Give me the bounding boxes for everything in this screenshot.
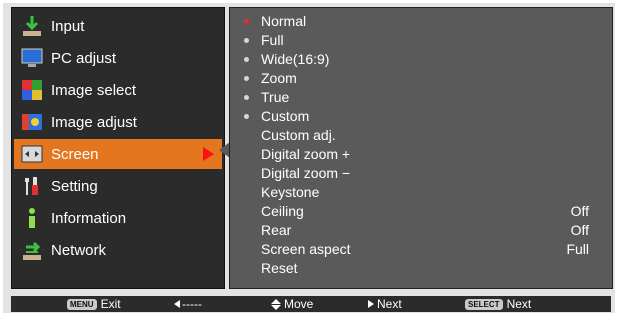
screen-option-true[interactable]: True [230,88,612,107]
option-label: Ceiling [261,203,304,219]
menu-item-image-adjust[interactable]: Image adjust [14,107,222,137]
screen-option-digital-zoom-minus[interactable]: Digital zoom − [230,164,612,183]
screen-option-full[interactable]: Full [230,31,612,50]
screen-icon [21,143,43,165]
screen-option-keystone[interactable]: Keystone [230,183,612,202]
option-label: Normal [261,13,307,29]
pc-adjust-icon [21,47,43,69]
guide-back: ----- [174,296,202,312]
radio-icon [244,76,249,81]
select-key-icon: SELECT [465,298,503,310]
screen-option-custom[interactable]: Custom [230,107,612,126]
guide-bar: MENU Exit ----- Move Next SELECT Next [11,296,611,312]
selection-arrow-icon [203,147,214,161]
menu-item-label: PC adjust [51,49,117,67]
screen-option-ceiling[interactable]: Ceiling Off [230,202,612,221]
projector-osd: Input PC adjust Image select Image adjus… [3,3,615,313]
menu-item-label: Input [51,17,85,35]
guide-select-next: SELECT Next [465,296,531,312]
setting-icon [21,175,43,197]
option-value: Off [570,203,589,219]
radio-icon [244,38,249,43]
menu-item-pc-adjust[interactable]: PC adjust [14,43,222,73]
option-label: Full [261,32,284,48]
option-label: Digital zoom + [261,146,351,162]
menu-item-label: Image select [51,81,137,99]
guide-next-label: Next [377,297,402,311]
option-label: Rear [261,222,292,238]
screen-option-rear[interactable]: Rear Off [230,221,612,240]
guide-back-label: ----- [182,297,202,311]
menu-item-information[interactable]: Information [14,203,222,233]
option-value: Off [570,222,589,238]
guide-next: Next [368,296,402,312]
option-label: True [261,89,290,105]
menu-item-network[interactable]: Network [14,235,222,265]
menu-item-label: Setting [51,177,98,195]
menu-item-label: Image adjust [51,113,137,131]
menu-item-setting[interactable]: Setting [14,171,222,201]
screen-option-zoom[interactable]: Zoom [230,69,612,88]
option-label: Zoom [261,70,297,86]
option-label: Digital zoom − [261,165,351,181]
screen-option-wide[interactable]: Wide(16:9) [230,50,612,69]
radio-icon [244,114,249,119]
option-label: Reset [261,260,298,276]
screen-option-digital-zoom-plus[interactable]: Digital zoom + [230,145,612,164]
option-label: Custom [261,108,310,124]
right-arrow-icon [368,300,374,308]
menu-item-image-select[interactable]: Image select [14,75,222,105]
image-adjust-icon [21,111,43,133]
guide-select-next-label: Next [506,297,532,311]
option-value: Full [566,241,589,257]
menu-item-input[interactable]: Input [14,11,222,41]
radio-selected-icon [244,19,249,24]
network-icon [21,239,43,261]
option-label: Wide(16:9) [261,51,330,67]
guide-exit: MENU Exit [67,296,121,312]
radio-icon [244,95,249,100]
menu-item-label: Network [51,241,107,259]
screen-option-reset[interactable]: Reset [230,259,612,278]
option-label: Custom adj. [261,127,336,143]
image-select-icon [21,79,43,101]
screen-option-normal[interactable]: Normal [230,12,612,31]
radio-icon [244,57,249,62]
guide-move-label: Move [284,297,314,311]
screen-option-custom-adj[interactable]: Custom adj. [230,126,612,145]
up-down-arrow-icon [271,298,281,310]
menu-key-icon: MENU [67,298,97,310]
information-icon [21,207,43,229]
option-label: Screen aspect [261,241,351,257]
main-menu: Input PC adjust Image select Image adjus… [11,7,225,289]
menu-item-screen[interactable]: Screen [14,139,222,169]
option-label: Keystone [261,184,320,200]
guide-exit-label: Exit [100,297,121,311]
menu-item-label: Screen [51,145,99,163]
screen-option-screen-aspect[interactable]: Screen aspect Full [230,240,612,259]
left-arrow-icon [174,300,180,308]
menu-item-label: Information [51,209,127,227]
input-icon [21,15,43,37]
screen-submenu: Normal Full Wide(16:9) Zoom True Custom … [229,7,613,289]
guide-move: Move [271,296,313,312]
